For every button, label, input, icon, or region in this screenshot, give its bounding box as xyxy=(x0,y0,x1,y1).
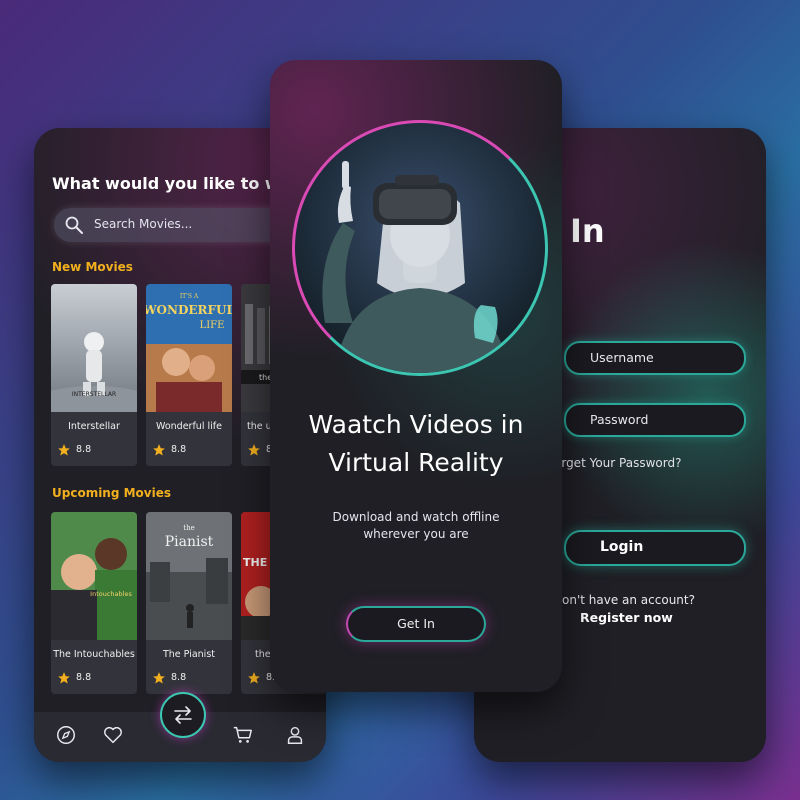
movie-title: The Intouchables xyxy=(53,649,135,660)
poster-pianist: the Pianist xyxy=(146,512,232,640)
movie-rating: 8.8 xyxy=(171,444,187,455)
poster-text-pianist: Pianist xyxy=(165,534,214,550)
search-icon xyxy=(65,216,83,234)
swap-button[interactable] xyxy=(160,692,206,738)
login-label: Login xyxy=(600,539,644,555)
movie-card-pianist[interactable]: the Pianist The Pianist 8.8 xyxy=(146,512,232,694)
signin-title: In xyxy=(570,212,605,250)
username-field[interactable]: Username xyxy=(564,341,746,375)
movie-title: Interstellar xyxy=(68,421,120,432)
new-movies-heading: New Movies xyxy=(52,260,133,274)
movie-title: Wonderful life xyxy=(156,421,222,432)
login-button[interactable]: Login xyxy=(564,530,746,566)
poster-text-interstellar: INTERSTELLAR xyxy=(72,391,116,398)
star-icon xyxy=(248,444,260,456)
poster-text-life: LIFE xyxy=(200,320,225,331)
poster-interstellar: INTERSTELLAR xyxy=(51,284,137,412)
password-placeholder: Password xyxy=(590,412,649,427)
movie-title: The Pianist xyxy=(162,649,215,660)
poster-intouchables: Intouchables xyxy=(51,512,137,640)
heart-icon[interactable] xyxy=(102,724,124,746)
swap-icon xyxy=(174,706,192,724)
forgot-password-link[interactable]: orget Your Password? xyxy=(554,456,681,470)
register-link[interactable]: Register now xyxy=(580,610,673,625)
movie-rating: 8.8 xyxy=(76,672,92,683)
movie-rating: 8.8 xyxy=(76,444,92,455)
onboarding-screen: Waatch Videos in Virtual Reality Downloa… xyxy=(270,60,562,692)
star-icon xyxy=(248,672,260,684)
movie-rating: 8.8 xyxy=(171,672,187,683)
compass-icon[interactable] xyxy=(55,724,77,746)
greeting-heading: What would you like to wa xyxy=(52,174,291,193)
password-field[interactable]: Password xyxy=(564,403,746,437)
movie-card-wonderful-life[interactable]: IT'S A WONDERFUL LIFE Wonderful life 8.8 xyxy=(146,284,232,466)
poster-text-intouchables: Intouchables xyxy=(90,590,132,598)
hero-title: Waatch Videos in Virtual Reality xyxy=(270,406,562,482)
get-in-label: Get In xyxy=(397,616,435,631)
poster-text-big: WONDERFUL xyxy=(146,303,232,317)
poster-wonderful-life: IT'S A WONDERFUL LIFE xyxy=(146,284,232,412)
no-account-text: on't have an account? xyxy=(562,593,695,607)
upcoming-movies-heading: Upcoming Movies xyxy=(52,486,172,500)
cart-icon[interactable] xyxy=(232,724,254,746)
hero-subtitle: Download and watch offline wherever you … xyxy=(270,509,562,543)
hero-title-line1: Waatch Videos in xyxy=(308,410,524,439)
user-icon[interactable] xyxy=(284,724,306,746)
movie-card-intouchables[interactable]: Intouchables The Intouchables 8.8 xyxy=(51,512,137,694)
search-placeholder: Search Movies... xyxy=(94,217,193,231)
vr-hero-image xyxy=(292,120,548,376)
hero-subtitle-line2: wherever you are xyxy=(363,527,469,541)
poster-text-small: IT'S A xyxy=(180,293,199,300)
username-placeholder: Username xyxy=(590,350,654,365)
star-icon xyxy=(58,672,70,684)
poster-text-the: the xyxy=(183,524,194,532)
star-icon xyxy=(58,444,70,456)
movie-card-interstellar[interactable]: INTERSTELLAR Interstellar 8.8 xyxy=(51,284,137,466)
hero-title-line2: Virtual Reality xyxy=(328,448,504,477)
star-icon xyxy=(153,672,165,684)
get-in-button[interactable]: Get In xyxy=(346,606,486,642)
hero-subtitle-line1: Download and watch offline xyxy=(332,510,500,524)
star-icon xyxy=(153,444,165,456)
vr-user-illustration xyxy=(322,161,510,373)
